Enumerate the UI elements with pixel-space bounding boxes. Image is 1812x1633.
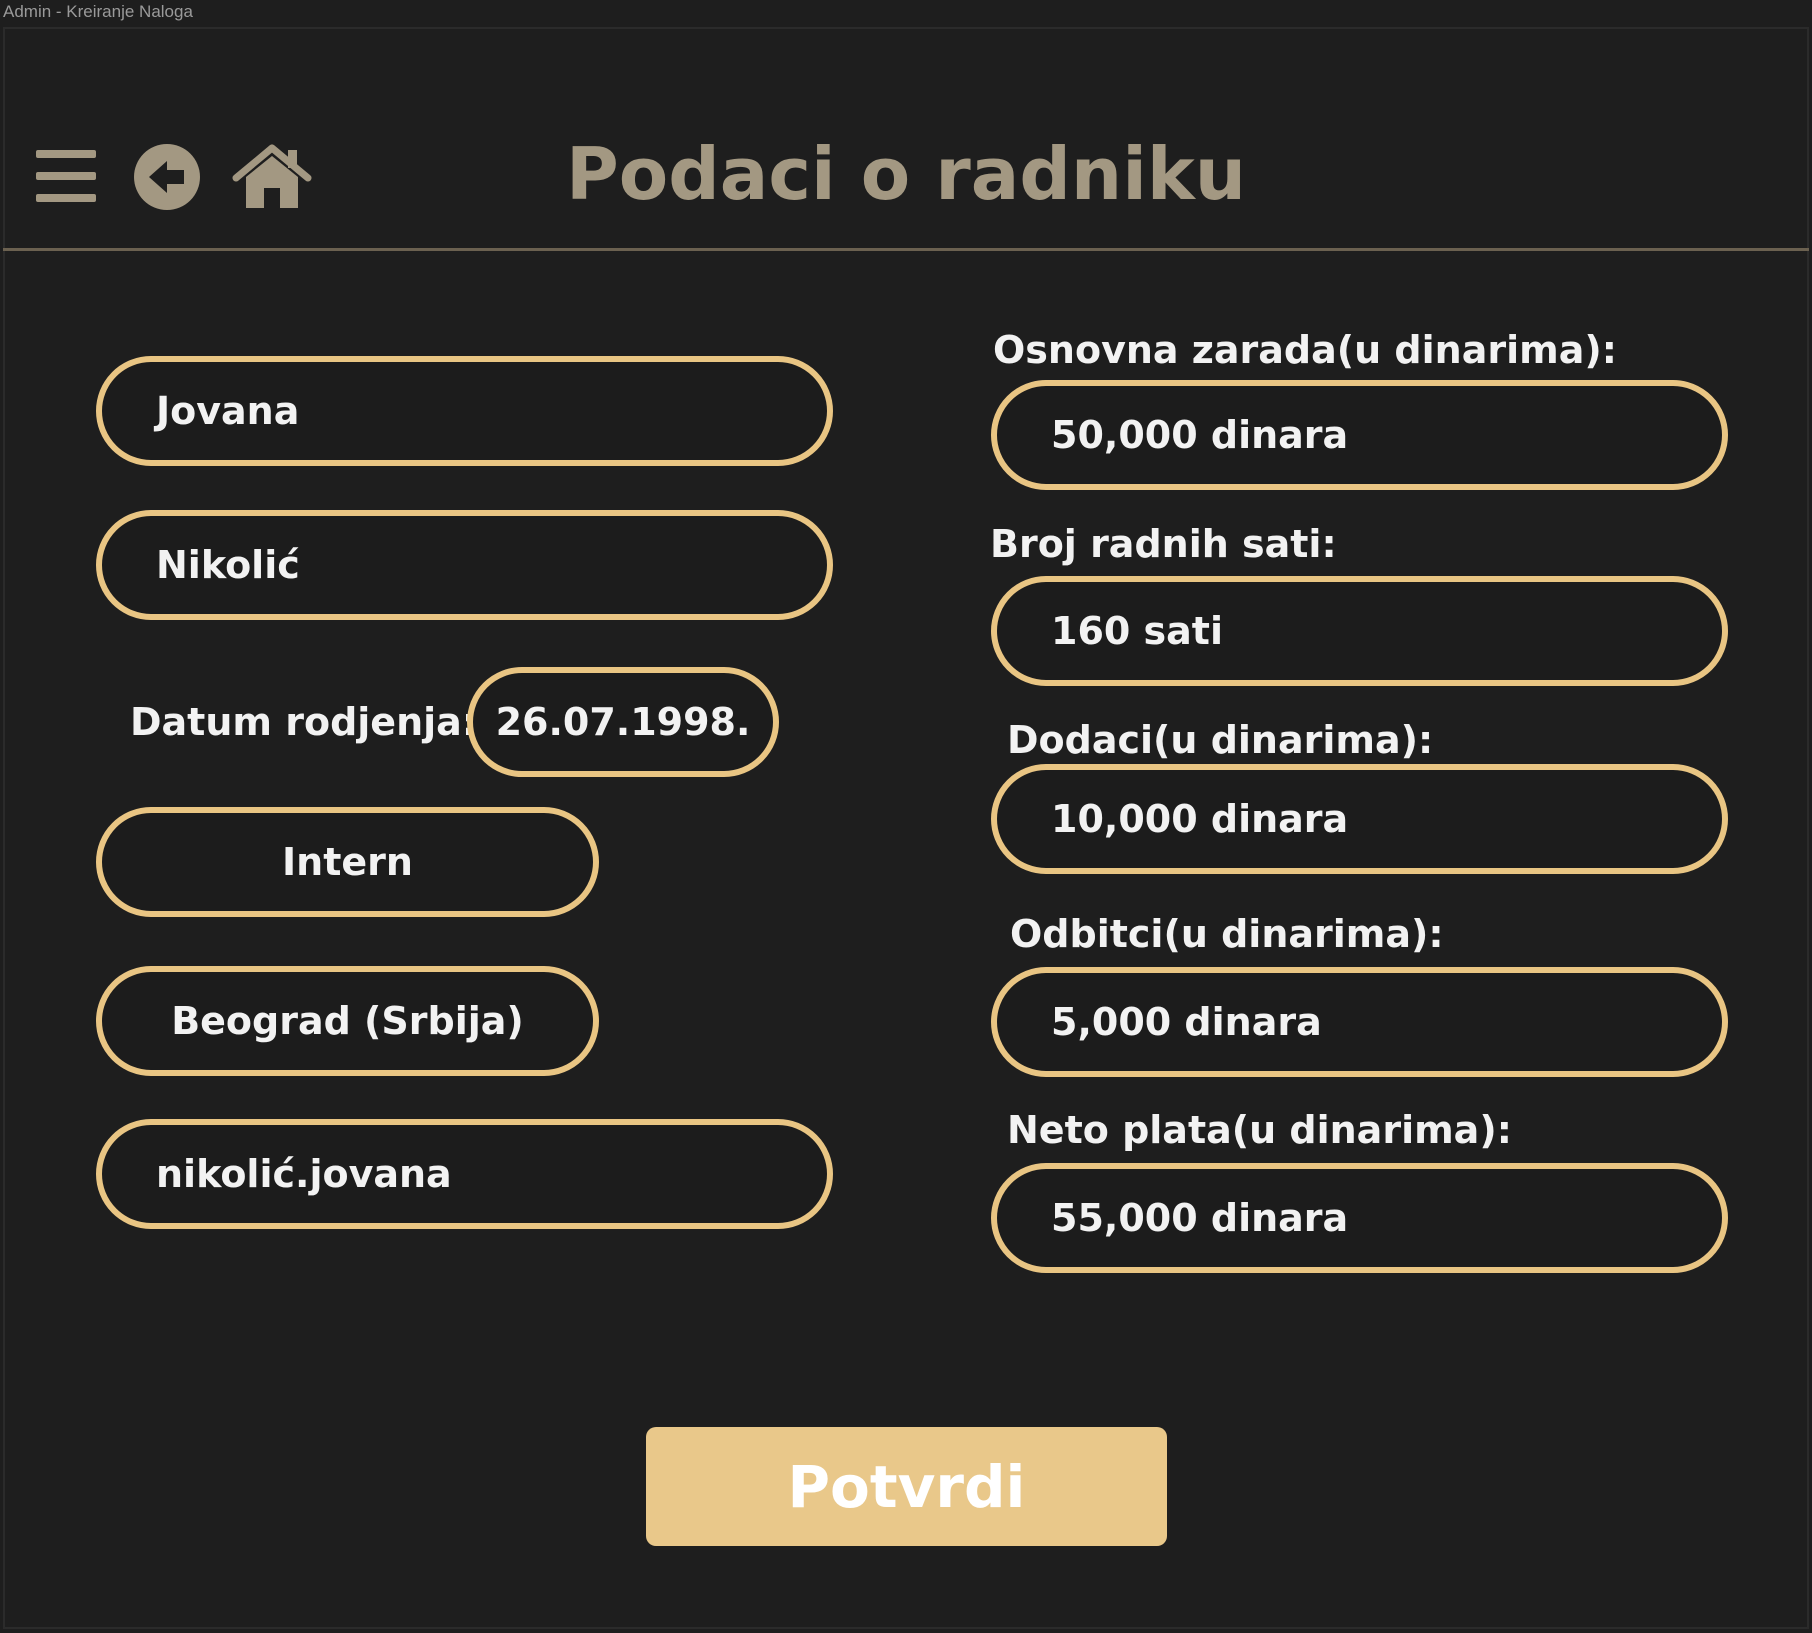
net-salary-field[interactable]: 55,000 dinara xyxy=(991,1163,1728,1273)
base-salary-label: Osnovna zarada(u dinarima): xyxy=(993,328,1617,372)
net-salary-label: Neto plata(u dinarima): xyxy=(1007,1108,1512,1152)
bonuses-field[interactable]: 10,000 dinara xyxy=(991,764,1728,874)
birth-date-label: Datum rodjenja: xyxy=(130,700,477,744)
hours-field[interactable]: 160 sati xyxy=(991,576,1728,686)
birth-date-field[interactable]: 26.07.1998. xyxy=(467,667,779,777)
bonuses-label: Dodaci(u dinarima): xyxy=(1007,718,1434,762)
first-name-field[interactable]: Jovana xyxy=(96,356,833,466)
confirm-button[interactable]: Potvrdi xyxy=(646,1427,1167,1546)
header-divider xyxy=(3,248,1809,251)
city-field[interactable]: Beograd (Srbija) xyxy=(96,966,599,1076)
username-field[interactable]: nikolić.jovana xyxy=(96,1119,833,1229)
position-field[interactable]: Intern xyxy=(96,807,599,917)
hours-label: Broj radnih sati: xyxy=(990,522,1337,566)
window-title: Admin - Kreiranje Naloga xyxy=(3,2,193,21)
deductions-field[interactable]: 5,000 dinara xyxy=(991,967,1728,1077)
deductions-label: Odbitci(u dinarima): xyxy=(1010,912,1444,956)
page-title: Podaci o radniku xyxy=(565,132,1247,216)
base-salary-field[interactable]: 50,000 dinara xyxy=(991,380,1728,490)
last-name-field[interactable]: Nikolić xyxy=(96,510,833,620)
